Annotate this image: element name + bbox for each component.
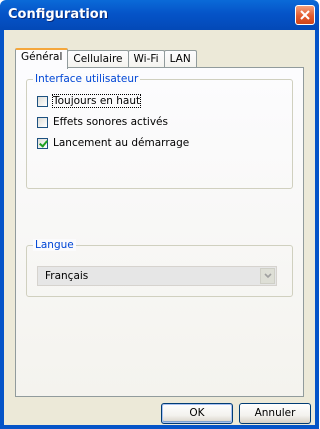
tab-strip: Général Cellulaire Wi-Fi LAN bbox=[15, 48, 197, 69]
option-sound-effects[interactable]: Effets sonores activés bbox=[37, 115, 168, 129]
sound-effects-label: Effets sonores activés bbox=[53, 116, 168, 128]
always-on-top-checkbox[interactable] bbox=[37, 95, 48, 107]
language-dropdown-button[interactable] bbox=[260, 268, 275, 284]
ok-button[interactable]: OK bbox=[161, 403, 233, 424]
interface-group-legend: Interface utilisateur bbox=[33, 73, 141, 85]
launch-at-startup-label: Lancement au démarrage bbox=[53, 137, 190, 149]
cancel-button[interactable]: Annuler bbox=[239, 403, 311, 424]
tab-general[interactable]: Général bbox=[15, 48, 69, 69]
language-group-legend: Langue bbox=[33, 239, 76, 251]
option-launch-at-startup[interactable]: Lancement au démarrage bbox=[37, 136, 189, 150]
configuration-dialog: Configuration Général Cellulaire Wi-Fi L… bbox=[0, 0, 319, 429]
title-bar[interactable]: Configuration bbox=[0, 0, 319, 30]
window-title: Configuration bbox=[8, 7, 108, 22]
language-group: Langue Français bbox=[26, 239, 293, 297]
tab-panel-general: Interface utilisateur Toujours en haut E… bbox=[15, 67, 304, 397]
always-on-top-label: Toujours en haut bbox=[51, 94, 142, 108]
language-select[interactable]: Français bbox=[37, 266, 277, 286]
language-select-value: Français bbox=[45, 270, 89, 282]
launch-at-startup-checkbox[interactable] bbox=[37, 137, 48, 149]
close-button[interactable] bbox=[295, 5, 315, 25]
dialog-body: Général Cellulaire Wi-Fi LAN Interface u… bbox=[0, 30, 319, 429]
sound-effects-checkbox[interactable] bbox=[37, 116, 48, 128]
check-icon bbox=[39, 137, 48, 148]
tab-lan[interactable]: LAN bbox=[163, 50, 197, 68]
interface-group: Interface utilisateur Toujours en haut E… bbox=[26, 73, 293, 189]
close-icon bbox=[300, 10, 310, 20]
option-always-on-top[interactable]: Toujours en haut bbox=[37, 94, 142, 108]
tab-wifi[interactable]: Wi-Fi bbox=[127, 50, 165, 68]
chevron-down-icon bbox=[263, 273, 272, 279]
tab-cellular[interactable]: Cellulaire bbox=[67, 50, 129, 68]
